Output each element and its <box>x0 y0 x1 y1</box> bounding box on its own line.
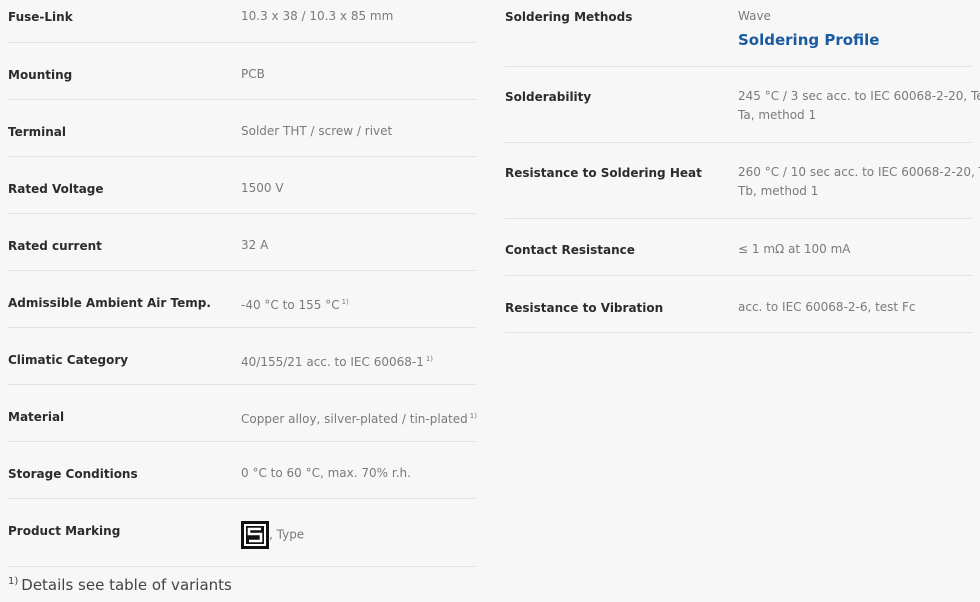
left-spec-column: Fuse-Link 10.3 x 38 / 10.3 x 85 mm Mount… <box>8 0 477 567</box>
spec-value: , Type <box>241 521 304 549</box>
spec-row: Resistance to Vibration acc. to IEC 6006… <box>505 276 972 333</box>
spec-label: Rated current <box>8 239 102 253</box>
footnote-marker: 1) <box>425 355 434 363</box>
spec-label: Material <box>8 410 65 424</box>
spec-value: Wave Soldering Profile <box>738 7 879 52</box>
spec-label: Contact Resistance <box>505 243 635 257</box>
spec-value: 260 °C / 10 sec acc. to IEC 60068-2-20, … <box>738 165 980 198</box>
spec-row: Mounting PCB <box>8 43 476 100</box>
spec-label: Resistance to Vibration <box>505 301 664 315</box>
footnote-marker: 1) <box>341 298 349 306</box>
spec-row: Solderability 245 °C / 3 sec acc. to IEC… <box>505 67 980 143</box>
s-mark-logo-icon <box>241 521 269 549</box>
spec-value: ≤ 1 mΩ at 100 mA <box>738 242 851 256</box>
footnote-marker: 1) <box>8 576 19 587</box>
spec-row: Climatic Category 40/155/21 acc. to IEC … <box>8 328 476 385</box>
spec-value: PCB <box>241 67 265 81</box>
footnote-marker: 1) <box>469 412 477 420</box>
footnote: 1) Details see table of variants <box>8 576 232 594</box>
spec-row: Storage Conditions 0 °C to 60 °C, max. 7… <box>8 442 476 499</box>
spec-row: Terminal Solder THT / screw / rivet <box>8 100 476 157</box>
spec-row: Product Marking , Type <box>8 499 476 567</box>
spec-label: Fuse-Link <box>8 10 73 24</box>
spec-row: Material Copper alloy, silver-plated / t… <box>8 385 477 442</box>
spec-row: Fuse-Link 10.3 x 38 / 10.3 x 85 mm <box>8 0 476 43</box>
spec-value: acc. to IEC 60068-2-6, test Fc <box>738 300 916 314</box>
spec-label: Product Marking <box>8 524 121 538</box>
spec-label: Solderability <box>505 90 592 104</box>
spec-value: 245 °C / 3 sec acc. to IEC 60068-2-20, T… <box>738 89 980 122</box>
spec-label: Rated Voltage <box>8 182 104 196</box>
spec-value: 0 °C to 60 °C, max. 70% r.h. <box>241 466 411 480</box>
spec-label: Storage Conditions <box>8 467 138 481</box>
spec-row: Resistance to Soldering Heat 260 °C / 10… <box>505 143 980 219</box>
spec-row: Rated Voltage 1500 V <box>8 157 476 214</box>
spec-value: Copper alloy, silver-plated / tin-plated… <box>241 412 477 426</box>
spec-value: 32 A <box>241 238 269 252</box>
footnote-text: Details see table of variants <box>21 576 232 594</box>
spec-value: -40 °C to 155 °C 1) <box>241 298 349 312</box>
spec-value: 1500 V <box>241 181 284 195</box>
spec-label: Resistance to Soldering Heat <box>505 166 702 180</box>
soldering-profile-link[interactable]: Soldering Profile <box>738 28 879 52</box>
specifications-panel: Fuse-Link 10.3 x 38 / 10.3 x 85 mm Mount… <box>0 0 980 602</box>
spec-label: Climatic Category <box>8 353 129 367</box>
spec-label: Admissible Ambient Air Temp. <box>8 296 211 310</box>
spec-value: 40/155/21 acc. to IEC 60068-1 1) <box>241 355 434 369</box>
spec-row: Admissible Ambient Air Temp. -40 °C to 1… <box>8 271 476 328</box>
right-spec-column: Soldering Methods Wave Soldering Profile… <box>505 0 980 333</box>
spec-value: 10.3 x 38 / 10.3 x 85 mm <box>241 9 394 23</box>
spec-label: Terminal <box>8 125 67 139</box>
spec-label: Soldering Methods <box>505 10 633 24</box>
spec-label: Mounting <box>8 68 73 82</box>
spec-row: Rated current 32 A <box>8 214 476 271</box>
spec-value: Solder THT / screw / rivet <box>241 124 393 138</box>
soldering-method-value: Wave <box>738 9 771 23</box>
spec-row: Soldering Methods Wave Soldering Profile <box>505 0 972 67</box>
spec-row: Contact Resistance ≤ 1 mΩ at 100 mA <box>505 219 972 276</box>
